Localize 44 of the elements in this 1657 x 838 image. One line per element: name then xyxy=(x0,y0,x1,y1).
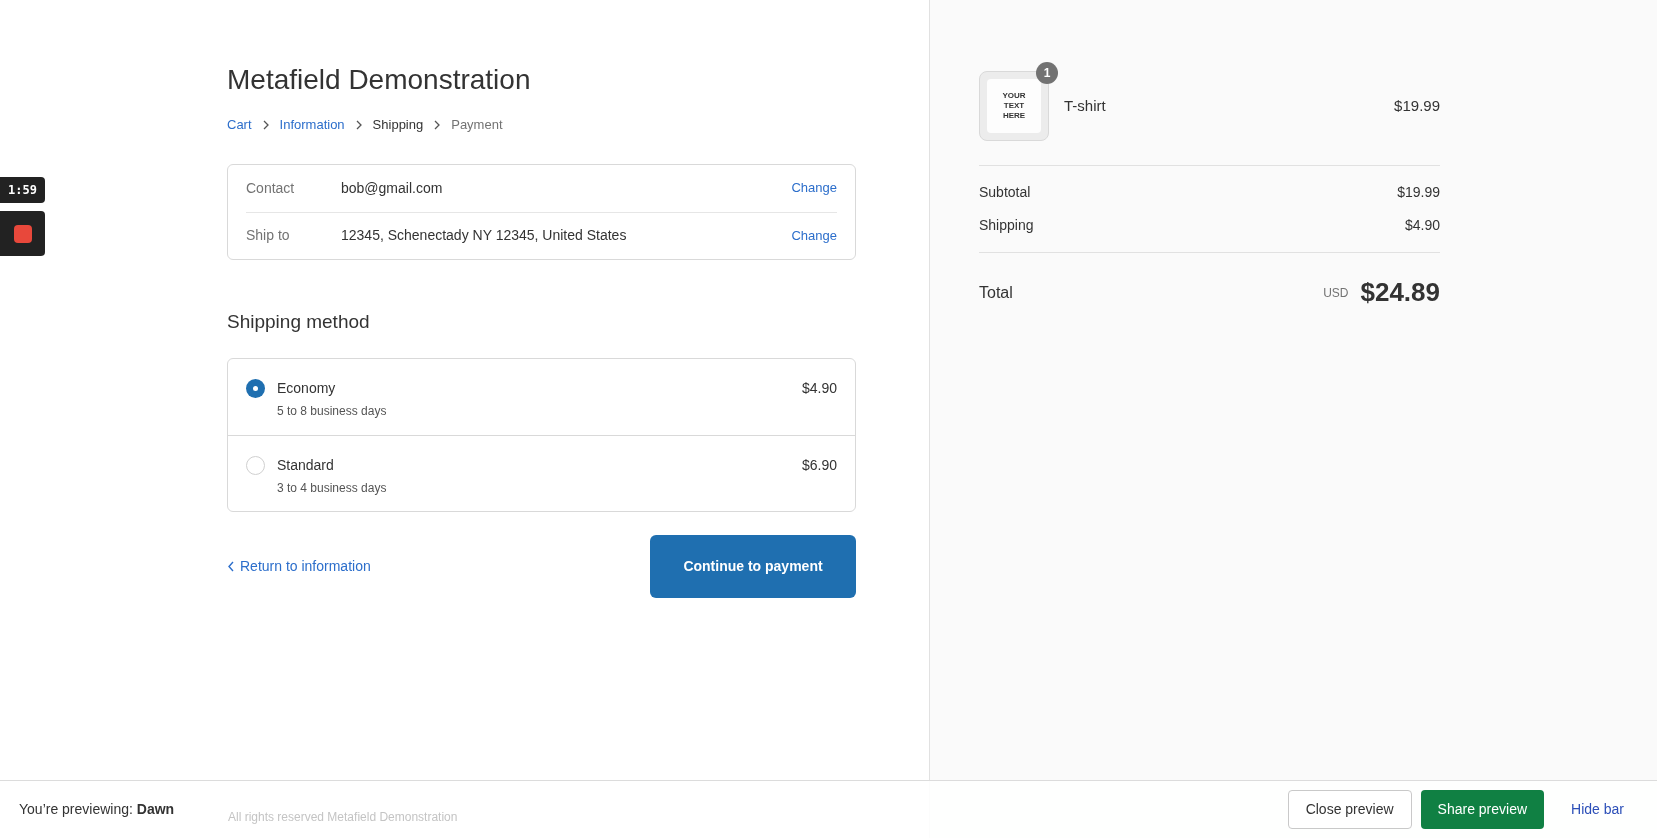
section-heading: Shipping method xyxy=(227,309,371,334)
summary-label: Shipping xyxy=(979,216,1034,235)
review-label: Contact xyxy=(246,178,296,198)
change-link[interactable]: Change xyxy=(791,225,837,246)
review-value: 12345, Schenectady NY 12345, United States xyxy=(341,226,628,245)
breadcrumb-link[interactable]: Information xyxy=(279,115,345,135)
shop-title: Metafield Demonstration xyxy=(227,63,532,97)
quantity-badge: 1 xyxy=(1036,62,1058,84)
chevron-left-icon xyxy=(227,561,234,572)
share-preview-button[interactable]: Share preview xyxy=(1420,790,1545,829)
radio-button[interactable] xyxy=(246,379,265,398)
preview-text: You’re previewing: Dawn xyxy=(19,800,176,819)
summary-value: $4.90 xyxy=(1404,216,1440,235)
summary-value: $19.99 xyxy=(1397,183,1440,202)
currency-code: USD xyxy=(1323,284,1349,302)
total-value: $24.89 xyxy=(1360,276,1440,309)
shipping-option[interactable]: Economy 5 to 8 business days $4.90 xyxy=(228,359,855,435)
breadcrumb-link[interactable]: Cart xyxy=(227,115,252,135)
option-name: Standard xyxy=(277,456,335,475)
summary-label: Subtotal xyxy=(979,183,1031,202)
product-price: $19.99 xyxy=(1394,95,1440,116)
radio-button[interactable] xyxy=(246,456,265,475)
total-label: Total xyxy=(979,282,1013,303)
shipping-option[interactable]: Standard 3 to 4 business days $6.90 xyxy=(228,435,855,511)
hide-bar-link[interactable]: Hide bar xyxy=(1571,799,1624,820)
option-detail: 5 to 8 business days xyxy=(277,403,388,420)
shirt-print-text: YOUR TEXT HERE xyxy=(1001,91,1027,121)
close-preview-button[interactable]: Close preview xyxy=(1287,790,1412,829)
stop-recording-button[interactable] xyxy=(0,211,45,256)
recording-timer: 1:59 xyxy=(0,177,45,203)
option-price: $4.90 xyxy=(801,379,837,398)
chevron-right-icon xyxy=(354,119,363,130)
review-value: bob@gmail.com xyxy=(341,178,444,198)
chevron-right-icon xyxy=(261,119,270,130)
chevron-right-icon xyxy=(433,119,442,130)
product-name: T-shirt xyxy=(1064,95,1107,116)
change-link[interactable]: Change xyxy=(791,178,837,198)
footer-text: All rights reserved Metafield Demonstration xyxy=(228,808,459,826)
continue-button[interactable]: Continue to payment xyxy=(650,535,856,598)
option-price: $6.90 xyxy=(801,456,837,475)
option-detail: 3 to 4 business days xyxy=(277,480,388,497)
return-link[interactable]: Return to information xyxy=(227,556,371,577)
option-name: Economy xyxy=(277,379,337,398)
review-label: Ship to xyxy=(246,226,291,245)
